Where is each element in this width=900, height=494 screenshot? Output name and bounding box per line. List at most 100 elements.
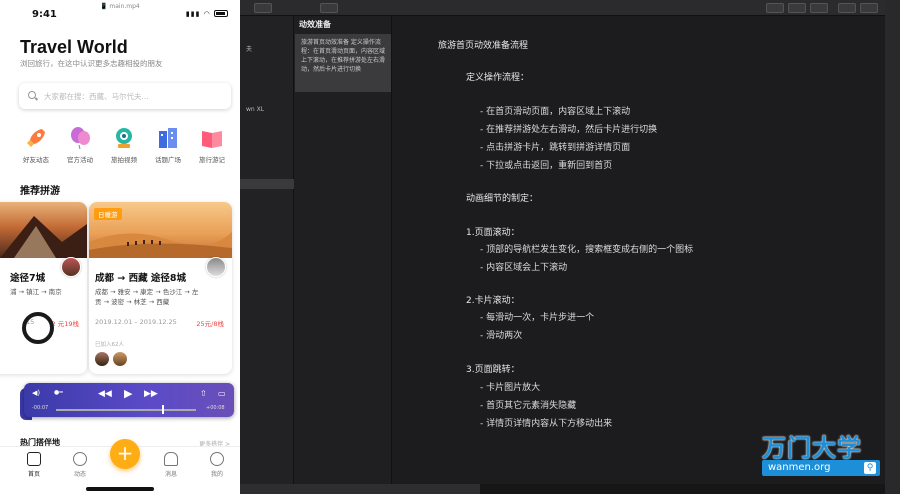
card-price: 25元/8栈 <box>196 320 224 328</box>
card-price: 2 元19栈 <box>51 320 79 328</box>
editor-line: 动画细节的制定： <box>466 194 539 204</box>
card-image <box>0 202 87 258</box>
home-indicator[interactable] <box>86 487 154 491</box>
player-time-elapsed: -00:07 <box>32 405 49 411</box>
profile-icon <box>210 452 224 466</box>
video-player-controls[interactable]: ◀) ●━ ◀◀ ▶ ▶▶ ⇧ ▭ -00:07 +00:08 <box>24 383 234 417</box>
volume-icon[interactable]: ◀) <box>32 389 40 397</box>
search-icon <box>28 91 36 99</box>
watermark-url: wanmen.org ⚲ <box>762 460 880 476</box>
fast-forward-icon[interactable]: ▶▶ <box>144 389 158 399</box>
watermark-logo: 万门大学 wanmen.org ⚲ <box>760 428 885 480</box>
page-subtitle: 浏回旅行，在这中认识更多志趣相投的朋友 <box>20 59 163 68</box>
status-filename: 📱 main.mp4 <box>100 3 140 10</box>
avatar[interactable] <box>61 257 81 277</box>
rewind-icon[interactable]: ◀◀ <box>98 389 112 399</box>
category-friends[interactable]: 好友动态 <box>16 126 56 164</box>
category-row: 好友动态 官方活动 旅拍视频 话题广场 旅行游记 <box>14 126 236 168</box>
tab-label: 消息 <box>164 471 177 478</box>
note-list-title: 动效准备 <box>299 20 331 29</box>
toolbar-button[interactable] <box>860 3 878 13</box>
category-journals[interactable]: 旅行游记 <box>192 126 232 164</box>
add-button[interactable]: + <box>110 439 140 469</box>
editor-line: 3.页面跳转： <box>466 365 520 375</box>
building-icon <box>156 126 180 150</box>
camera-icon <box>112 126 136 150</box>
watermark-url-text: wanmen.org <box>768 462 831 473</box>
category-topics[interactable]: 话题广场 <box>148 126 188 164</box>
status-bar: 9:41 📱 main.mp4 ▮▮▮ ◠ <box>0 0 240 22</box>
category-label: 旅行游记 <box>199 156 225 164</box>
card-route: 成都 → 雅安 → 康定 → 色沙江 → 左 贡 → 波密 → 林芝 → 西藏 <box>95 287 198 307</box>
trip-card[interactable]: 途径7城 浦 → 镇江 → 南京 15 2 元19栈 <box>0 202 87 374</box>
volume-slider-icon[interactable]: ●━ <box>54 389 63 396</box>
editor-line: - 在首页滑动页面，内容区域上下滚动 <box>480 107 631 117</box>
pip-icon[interactable]: ▭ <box>218 389 226 398</box>
category-official[interactable]: 官方活动 <box>60 126 100 164</box>
phone-screen: 9:41 📱 main.mp4 ▮▮▮ ◠ Travel World 浏回旅行，… <box>0 0 240 494</box>
card-route-line: 成都 → 雅安 → 康定 → 色沙江 → 左 <box>95 288 199 296</box>
play-icon[interactable]: ▶ <box>124 387 132 400</box>
member-avatar[interactable] <box>113 352 127 366</box>
watermark-title: 万门大学 <box>762 434 862 462</box>
tab-messages[interactable]: 消息 <box>156 452 186 478</box>
editor-line: - 滑动两次 <box>480 331 523 341</box>
note-card[interactable]: 旅游首页动效准备 定义操作流程：在首页滑动页面，内容区域上下滚动，在推荐拼游处左… <box>295 34 391 92</box>
trend-icon <box>73 452 87 466</box>
battery-icon <box>214 10 228 17</box>
card-route: 浦 → 镇江 → 南京 <box>10 288 62 296</box>
editor-line: - 顶部的导航栏发生变化，搜索框变成右侧的一个图标 <box>480 245 694 255</box>
sidebar-selected-item[interactable] <box>240 179 294 189</box>
app-toolbar <box>240 0 885 16</box>
tab-trends[interactable]: 动态 <box>65 452 95 478</box>
sidebar-item[interactable]: 夫 <box>246 44 252 53</box>
editor-line: - 每滑动一次，卡片步进一个 <box>480 313 595 323</box>
editor-line: 2.卡片滚动： <box>466 296 520 306</box>
note-editor[interactable]: 旅游首页动效准备流程 定义操作流程： - 在首页滑动页面，内容区域上下滚动 - 在推荐… <box>392 16 885 486</box>
card-title: 成都 → 西藏 途径8城 <box>95 273 186 284</box>
toolbar-button[interactable] <box>838 3 856 13</box>
toolbar-button[interactable] <box>320 3 338 13</box>
rocket-icon <box>24 126 48 150</box>
book-icon <box>200 126 224 150</box>
toolbar-button[interactable] <box>254 3 272 13</box>
editor-line: - 首页其它元素消失隐藏 <box>480 401 577 411</box>
screen: 夫 wn XL 动效准备 旅游首页动效准备 定义操作流程：在首页滑动页面，内容区… <box>0 0 900 494</box>
card-route-line: 贡 → 波密 → 林芝 → 西藏 <box>95 298 170 306</box>
bottom-bar-segment <box>240 484 480 494</box>
player-time-remaining: +00:08 <box>206 405 225 411</box>
toolbar-button[interactable] <box>788 3 806 13</box>
scrubber-thumb[interactable] <box>162 405 164 414</box>
share-icon[interactable]: ⇧ <box>200 389 207 398</box>
section-title: 推荐拼游 <box>20 186 60 197</box>
editor-line: - 在推荐拼游处左右滑动，然后卡片进行切换 <box>480 125 658 135</box>
editor-line: 定义操作流程： <box>466 73 530 83</box>
tab-label: 首页 <box>27 471 40 478</box>
avatar[interactable] <box>206 257 226 277</box>
editor-line: - 下拉或点击返回，重新回到首页 <box>480 161 613 171</box>
tab-profile[interactable]: 我的 <box>202 452 232 478</box>
trip-card[interactable]: 日暖游 成都 → 西藏 途径8城 成都 → 雅安 → 康定 → 色沙江 → 左 … <box>89 202 232 374</box>
sidebar-item[interactable]: wn XL <box>246 106 264 113</box>
player-scrubber[interactable] <box>56 409 196 411</box>
page-title: Travel World <box>20 37 128 57</box>
category-video[interactable]: 旅拍视频 <box>104 126 144 164</box>
status-indicators: ▮▮▮ ◠ <box>186 10 228 18</box>
right-scroll-area[interactable] <box>885 0 900 494</box>
search-box[interactable]: 大家都在搜：西藏、马尔代夫... <box>19 83 231 109</box>
member-avatar[interactable] <box>95 352 109 366</box>
editor-line: - 点击拼游卡片，跳转到拼游详情页面 <box>480 143 631 153</box>
touch-indicator <box>22 312 54 344</box>
toolbar-button[interactable] <box>766 3 784 13</box>
card-members: 已加入62人 <box>95 342 124 348</box>
balloon-icon <box>68 126 92 150</box>
home-icon <box>27 452 41 466</box>
tab-home[interactable]: 首页 <box>19 452 49 478</box>
tab-label: 我的 <box>210 471 223 478</box>
editor-line: - 详情页详情内容从下方移动出来 <box>480 419 613 429</box>
search-placeholder: 大家都在搜：西藏、马尔代夫... <box>44 92 149 101</box>
tab-label: 动态 <box>73 471 86 478</box>
folder-sidebar: 夫 wn XL <box>240 16 294 486</box>
toolbar-button[interactable] <box>810 3 828 13</box>
category-label: 官方活动 <box>67 156 93 164</box>
